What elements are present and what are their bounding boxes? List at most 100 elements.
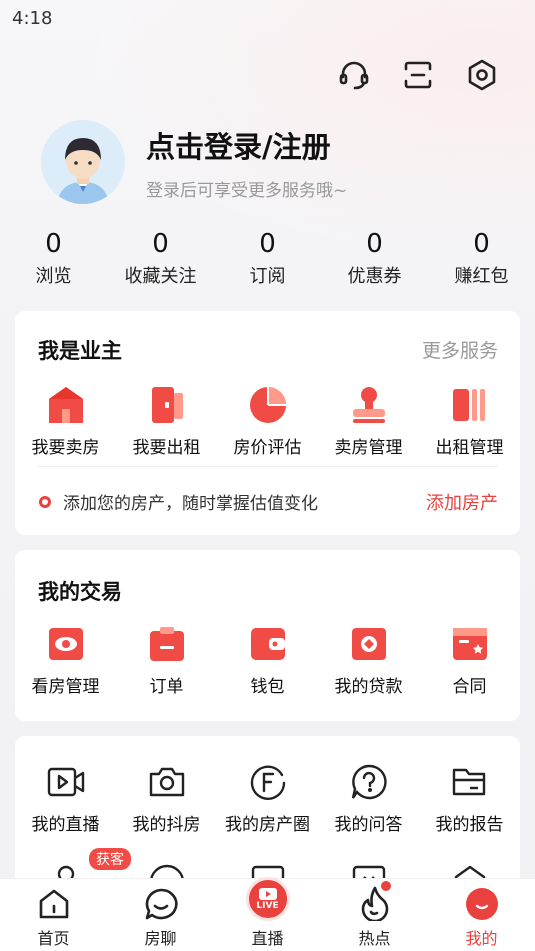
tab-hot[interactable]: 热点 [321, 879, 428, 951]
video-icon [15, 760, 116, 804]
tool-item-live[interactable]: 我的直播 [15, 760, 116, 835]
owner-item-label: 出租管理 [435, 438, 504, 458]
trade-item-loans[interactable]: 我的贷款 [318, 622, 419, 697]
stat-red-packets[interactable]: 0 赚红包 [428, 228, 535, 288]
home-icon [0, 879, 107, 921]
stat-label: 浏览 [35, 266, 72, 287]
tab-live[interactable]: LIVE 直播 [214, 877, 321, 951]
trade-card-title: 我的交易 [38, 580, 122, 604]
question-icon [318, 760, 419, 804]
books-icon [419, 383, 520, 427]
owner-card: 我是业主 更多服务 我要卖房 我要出租 房价评估 卖房管理 出租管理 添加您的房… [15, 311, 520, 535]
stat-subscriptions[interactable]: 0 订阅 [214, 228, 321, 288]
trade-item-orders[interactable]: 订单 [116, 622, 217, 697]
tab-label: 我的 [465, 929, 498, 948]
settings-icon[interactable] [465, 58, 499, 92]
owner-item-label: 我要卖房 [31, 438, 100, 458]
chat-icon [107, 879, 214, 921]
login-title[interactable]: 点击登录/注册 [146, 124, 331, 166]
notification-dot [381, 881, 391, 891]
owner-item-label: 房价评估 [233, 438, 302, 458]
stamp-icon [318, 383, 419, 427]
stat-value: 0 [45, 229, 62, 259]
owner-item-sell-manage[interactable]: 卖房管理 [318, 383, 419, 458]
stat-label: 赚红包 [454, 266, 509, 287]
stat-views[interactable]: 0 浏览 [0, 228, 107, 288]
live-icon: LIVE [245, 877, 290, 921]
profile-icon [428, 879, 535, 921]
live-icon-wrap: LIVE [214, 877, 321, 921]
bottom-tab-bar: 首页 房聊 LIVE 直播 热点 我的 [0, 877, 535, 951]
trade-grid: 看房管理 订单 钱包 我的贷款 合同 [15, 622, 520, 697]
stat-value: 0 [152, 229, 169, 259]
pie-chart-icon [217, 383, 318, 427]
tool-item-short-video[interactable]: 我的抖房 [116, 760, 217, 835]
owner-card-title: 我是业主 [38, 339, 122, 363]
tab-label: 房聊 [144, 929, 177, 948]
trade-item-viewing[interactable]: 看房管理 [15, 622, 116, 697]
loan-icon [318, 622, 419, 666]
house-icon [15, 383, 116, 427]
trade-item-label: 钱包 [250, 677, 285, 697]
tool-item-label: 我的直播 [31, 815, 100, 835]
tool-item-qa[interactable]: 我的问答 [318, 760, 419, 835]
contract-icon [419, 622, 520, 666]
camera-icon [116, 760, 217, 804]
tab-label: 热点 [358, 929, 391, 948]
status-time: 4:18 [12, 8, 53, 29]
stat-label: 订阅 [249, 266, 286, 287]
tools-grid: 我的直播 我的抖房 我的房产圈 我的问答 我的报告 [15, 760, 520, 835]
stat-coupons[interactable]: 0 优惠券 [321, 228, 428, 288]
more-services-link[interactable]: 更多服务 [422, 336, 498, 363]
trade-item-wallet[interactable]: 钱包 [217, 622, 318, 697]
stat-label: 收藏关注 [124, 266, 197, 287]
owner-item-rent-manage[interactable]: 出租管理 [419, 383, 520, 458]
f-circle-icon [217, 760, 318, 804]
trade-item-label: 我的贷款 [334, 677, 403, 697]
tip-text: 添加您的房产，随时掌握估值变化 [63, 494, 318, 514]
owner-item-label: 我要出租 [132, 438, 201, 458]
tool-item-circle[interactable]: 我的房产圈 [217, 760, 318, 835]
tool-item-report[interactable]: 我的报告 [419, 760, 520, 835]
get-customers-badge: 获客 [89, 848, 131, 870]
tool-item-label: 我的抖房 [132, 815, 201, 835]
eye-icon [15, 622, 116, 666]
flame-icon [321, 879, 428, 921]
trade-item-label: 合同 [452, 677, 487, 697]
door-icon [116, 383, 217, 427]
tab-mine[interactable]: 我的 [428, 879, 535, 951]
tab-label: 首页 [37, 929, 70, 948]
headset-icon[interactable] [337, 58, 371, 92]
add-property-link[interactable]: 添加房产 [426, 489, 498, 515]
stat-value: 0 [473, 229, 490, 259]
clipboard-icon [116, 622, 217, 666]
owner-item-rent[interactable]: 我要出租 [116, 383, 217, 458]
trade-item-label: 看房管理 [31, 677, 100, 697]
tip-dot-icon [39, 495, 51, 508]
owner-item-valuation[interactable]: 房价评估 [217, 383, 318, 458]
stat-value: 0 [259, 229, 276, 259]
live-text: LIVE [256, 901, 279, 911]
header-toolbar [337, 58, 499, 92]
trade-card: 我的交易 看房管理 订单 钱包 我的贷款 合同 [15, 550, 520, 721]
owner-item-sell[interactable]: 我要卖房 [15, 383, 116, 458]
folder-icon [419, 760, 520, 804]
tool-item-label: 我的问答 [334, 815, 403, 835]
tool-item-label: 我的房产圈 [225, 815, 310, 835]
stat-favorites[interactable]: 0 收藏关注 [107, 228, 214, 288]
trade-item-contract[interactable]: 合同 [419, 622, 520, 697]
stat-value: 0 [366, 229, 383, 259]
divider [37, 466, 498, 467]
owner-item-label: 卖房管理 [334, 438, 403, 458]
avatar[interactable] [41, 120, 125, 204]
stat-label: 优惠券 [347, 266, 402, 287]
login-subtitle: 登录后可享受更多服务哦~ [146, 181, 348, 201]
tab-label: 直播 [251, 929, 284, 948]
tool-item-label: 我的报告 [435, 815, 504, 835]
owner-grid: 我要卖房 我要出租 房价评估 卖房管理 出租管理 [15, 383, 520, 458]
tools-card: 我的直播 我的抖房 我的房产圈 我的问答 我的报告 获客 [15, 736, 520, 896]
scan-icon[interactable] [401, 58, 435, 92]
tab-home[interactable]: 首页 [0, 879, 107, 951]
tab-chat[interactable]: 房聊 [107, 879, 214, 951]
stats-row: 0 浏览 0 收藏关注 0 订阅 0 优惠券 0 赚红包 [0, 228, 535, 288]
